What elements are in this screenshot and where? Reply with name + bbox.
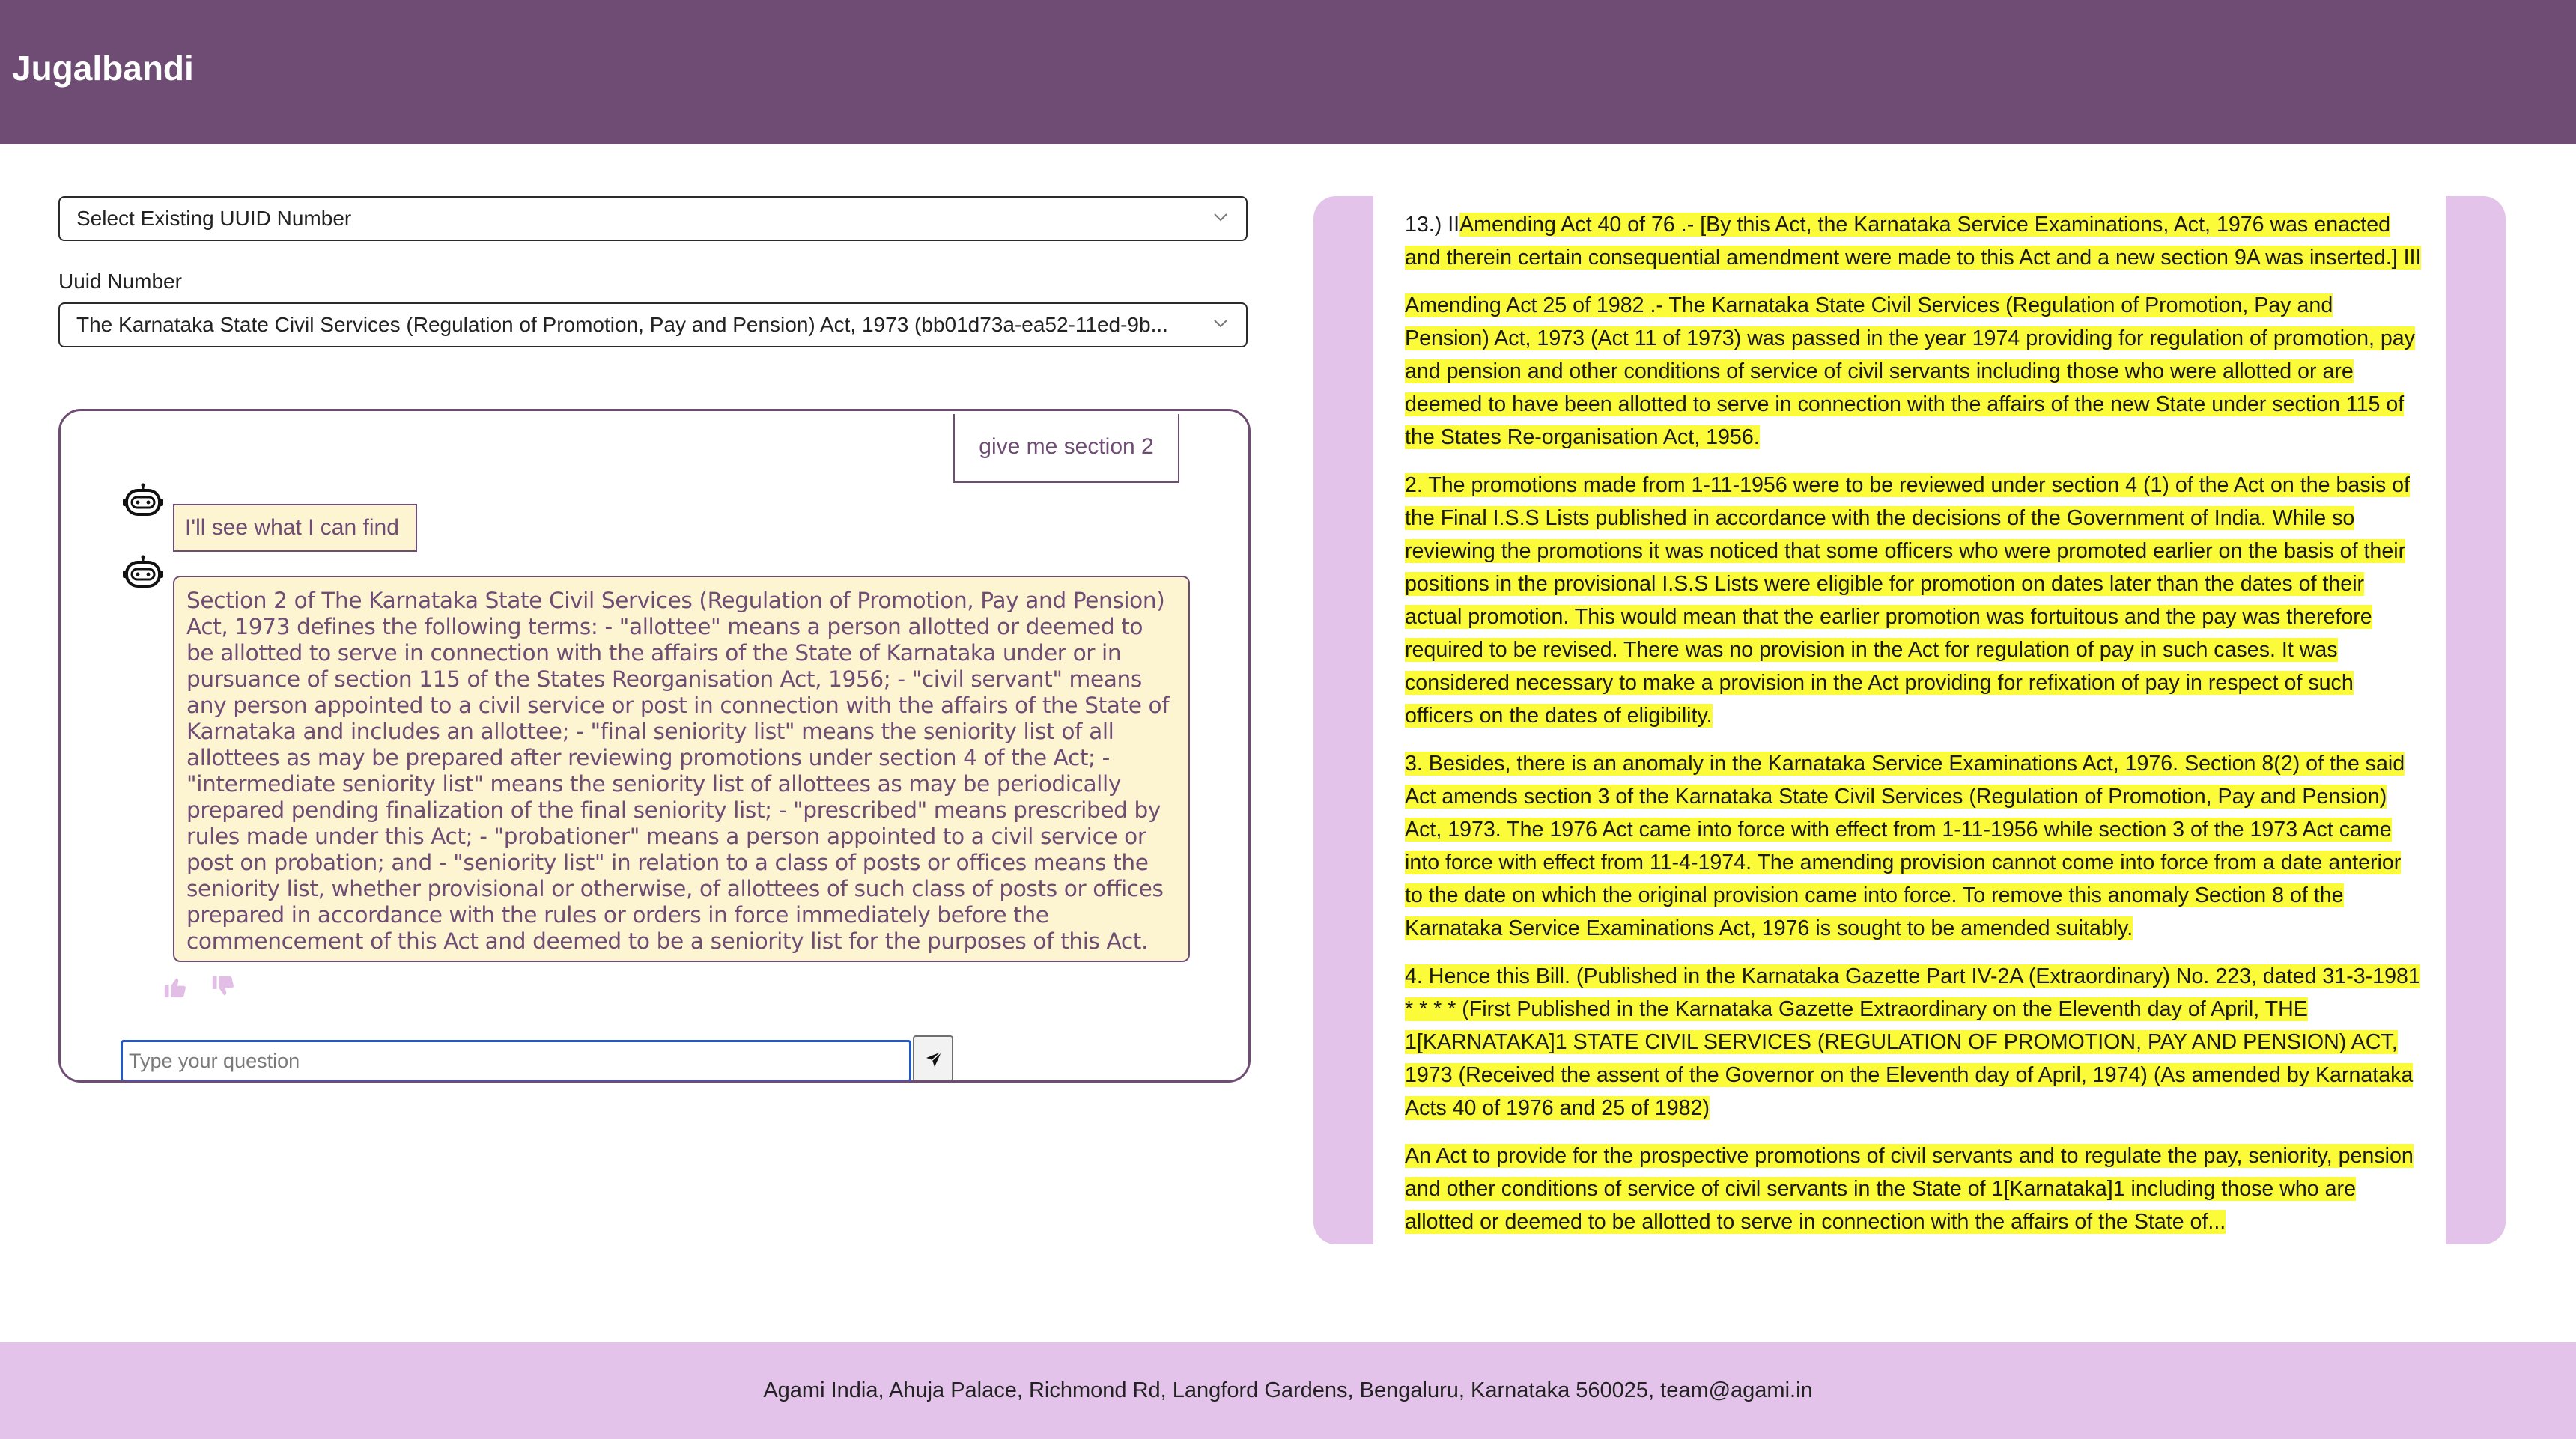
doc-paragraph: 3. Besides, there is an anomaly in the K… <box>1405 747 2423 945</box>
doc-highlight: 4. Hence this Bill. (Published in the Ka… <box>1405 964 2420 1120</box>
uuid-select-label: Select Existing UUID Number <box>76 207 352 230</box>
document-panel: 13.) IIAmending Act 40 of 76 .- [By this… <box>1313 196 2506 1244</box>
app-header: Jugalbandi <box>0 0 2576 144</box>
doc-paragraph: An Act to provide for the prospective pr… <box>1405 1140 2423 1238</box>
question-input[interactable] <box>121 1040 911 1080</box>
footer-address: Agami India, Ahuja Palace, Richmond Rd, … <box>763 1378 1813 1402</box>
footer: Agami India, Ahuja Palace, Richmond Rd, … <box>0 1342 2576 1439</box>
doc-highlight: 2. The promotions made from 1-11-1956 we… <box>1405 473 2411 728</box>
document-viewer[interactable]: 13.) IIAmending Act 40 of 76 .- [By this… <box>1373 196 2446 1244</box>
uuid-number-select[interactable]: The Karnataka State Civil Services (Regu… <box>58 302 1248 347</box>
doc-highlight: An Act to provide for the prospective pr… <box>1405 1144 2414 1234</box>
thumbs-down-icon[interactable] <box>210 974 236 1000</box>
doc-paragraph: 2. The promotions made from 1-11-1956 we… <box>1405 469 2423 732</box>
document-content: 13.) IIAmending Act 40 of 76 .- [By this… <box>1405 196 2423 1244</box>
doc-highlight: Amending Act 25 of 1982 .- The Karnataka… <box>1405 293 2415 449</box>
uuid-select[interactable]: Select Existing UUID Number <box>58 196 1248 241</box>
doc-highlight: 3. Besides, there is an anomaly in the K… <box>1405 752 2405 940</box>
robot-icon <box>123 555 163 588</box>
robot-icon <box>123 483 163 516</box>
user-message: give me section 2 <box>953 414 1179 483</box>
send-button[interactable] <box>913 1035 953 1080</box>
send-icon <box>926 1051 942 1067</box>
app-title: Jugalbandi <box>12 49 194 88</box>
chevron-down-icon <box>1214 213 1227 222</box>
doc-paragraph: Amending Act 25 of 1982 .- The Karnataka… <box>1405 289 2423 454</box>
chat-panel: give me section 2 I'll see what I can fi… <box>58 409 1251 1083</box>
doc-fragment-text: 13.) II <box>1405 213 1460 237</box>
doc-highlight: Amending Act 40 of 76 .- [By this Act, t… <box>1405 213 2422 270</box>
bot-answer-message: Section 2 of The Karnataka State Civil S… <box>173 576 1190 962</box>
bot-message: I'll see what I can find <box>173 504 417 552</box>
uuid-field-label: Uuid Number <box>58 270 182 293</box>
thumbs-up-icon[interactable] <box>162 974 188 1000</box>
uuid-number-value: The Karnataka State Civil Services (Regu… <box>76 313 1168 336</box>
chevron-down-icon <box>1214 320 1227 328</box>
doc-paragraph: 4. Hence this Bill. (Published in the Ka… <box>1405 960 2423 1125</box>
doc-cutoff-line <box>1405 196 2423 208</box>
doc-paragraph: 13.) IIAmending Act 40 of 76 .- [By this… <box>1405 208 2423 274</box>
